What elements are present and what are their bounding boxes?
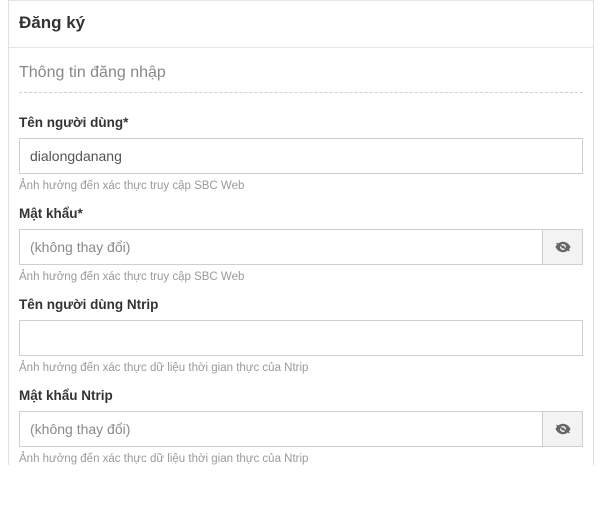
registration-panel: Đăng ký Thông tin đăng nhập Tên người dù… <box>8 0 594 465</box>
password-input-row <box>19 229 583 265</box>
username-input[interactable] <box>19 138 583 174</box>
password-visibility-toggle[interactable] <box>543 229 583 265</box>
section-title: Thông tin đăng nhập <box>19 64 583 82</box>
username-label: Tên người dùng* <box>19 115 583 130</box>
password-help: Ảnh hưởng đến xác thực truy cập SBC Web <box>19 271 583 283</box>
password-input[interactable] <box>19 229 543 265</box>
ntrip-username-help: Ảnh hưởng đến xác thực dữ liệu thời gian… <box>19 362 583 374</box>
ntrip-password-field: Mật khẩu Ntrip Ảnh hưởng đến xác thực dữ… <box>19 388 583 465</box>
username-field: Tên người dùng* Ảnh hưởng đến xác thực t… <box>19 115 583 192</box>
eye-off-icon <box>554 238 572 256</box>
username-input-row <box>19 138 583 174</box>
ntrip-password-input[interactable] <box>19 411 543 447</box>
password-field: Mật khẩu* Ảnh hưởng đến xác thực truy cậ… <box>19 206 583 283</box>
section-title-bar: Thông tin đăng nhập <box>9 48 593 92</box>
ntrip-password-visibility-toggle[interactable] <box>543 411 583 447</box>
password-label: Mật khẩu* <box>19 206 583 221</box>
ntrip-username-input-row <box>19 320 583 356</box>
login-info-form: Tên người dùng* Ảnh hưởng đến xác thực t… <box>9 93 593 465</box>
ntrip-password-input-row <box>19 411 583 447</box>
ntrip-password-help: Ảnh hưởng đến xác thực dữ liệu thời gian… <box>19 453 583 465</box>
username-help: Ảnh hưởng đến xác thực truy cập SBC Web <box>19 180 583 192</box>
eye-off-icon <box>554 420 572 438</box>
ntrip-username-input[interactable] <box>19 320 583 356</box>
page-title-bar: Đăng ký <box>9 0 593 48</box>
ntrip-password-label: Mật khẩu Ntrip <box>19 388 583 403</box>
page-title: Đăng ký <box>19 13 583 33</box>
ntrip-username-label: Tên người dùng Ntrip <box>19 297 583 312</box>
ntrip-username-field: Tên người dùng Ntrip Ảnh hưởng đến xác t… <box>19 297 583 374</box>
